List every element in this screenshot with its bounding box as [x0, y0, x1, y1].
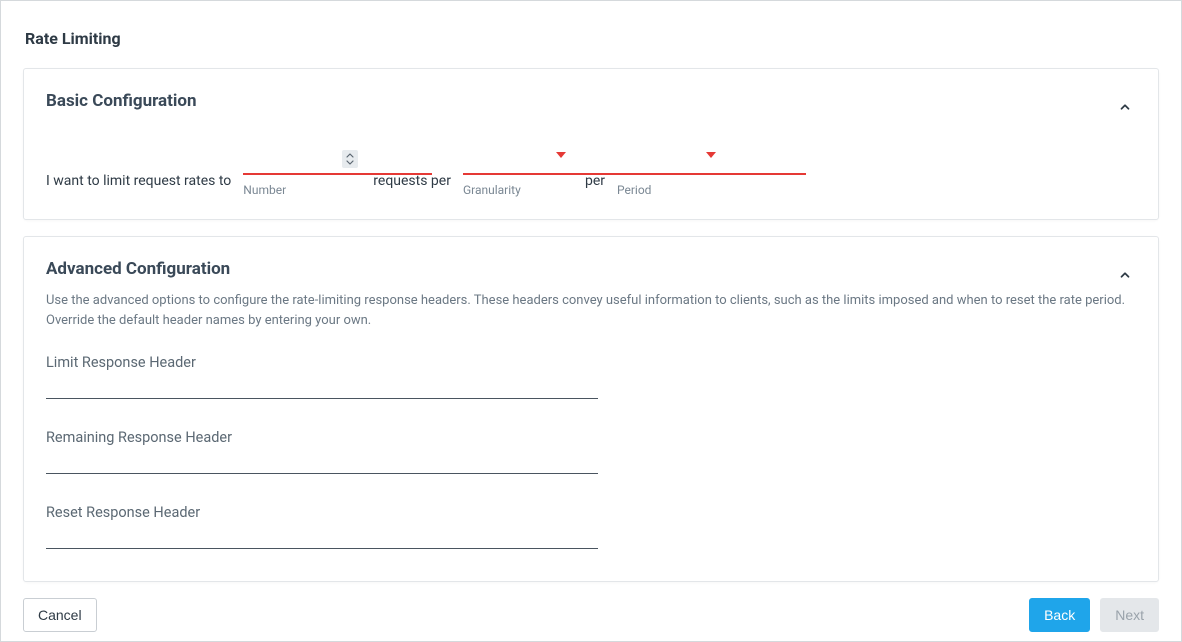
number-stepper[interactable]	[342, 150, 358, 168]
next-button[interactable]: Next	[1100, 598, 1159, 632]
advanced-description: Use the advanced options to configure th…	[46, 291, 1136, 330]
limit-header-label: Limit Response Header	[46, 354, 598, 371]
advanced-config-card: Advanced Configuration Use the advanced …	[23, 236, 1159, 582]
basic-config-title: Basic Configuration	[46, 91, 197, 111]
cancel-button[interactable]: Cancel	[23, 598, 97, 632]
page-title: Rate Limiting	[25, 29, 1159, 48]
sentence-requests-per: requests per	[373, 173, 451, 197]
period-helper: Period	[617, 183, 723, 197]
stepper-up-down-icon	[345, 152, 355, 166]
period-dropdown-trigger[interactable]	[705, 149, 717, 161]
granularity-dropdown-trigger[interactable]	[555, 149, 567, 161]
limit-header-input[interactable]	[46, 377, 598, 399]
rate-number-input[interactable]	[243, 147, 432, 175]
advanced-config-title: Advanced Configuration	[46, 259, 230, 279]
caret-down-icon	[705, 149, 717, 161]
reset-header-label: Reset Response Header	[46, 504, 598, 521]
sentence-per: per	[585, 173, 605, 197]
number-helper: Number	[243, 183, 361, 197]
granularity-helper: Granularity	[463, 183, 573, 197]
collapse-advanced-button[interactable]	[1114, 264, 1136, 286]
chevron-up-icon	[1118, 268, 1132, 282]
chevron-up-icon	[1118, 100, 1132, 114]
reset-header-input[interactable]	[46, 527, 598, 549]
collapse-basic-button[interactable]	[1114, 96, 1136, 118]
remaining-header-label: Remaining Response Header	[46, 429, 598, 446]
caret-down-icon	[555, 149, 567, 161]
footer: Cancel Back Next	[23, 598, 1159, 632]
remaining-header-input[interactable]	[46, 452, 598, 474]
basic-config-card: Basic Configuration I want to limit requ…	[23, 68, 1159, 220]
sentence-lead: I want to limit request rates to	[46, 173, 231, 197]
back-button[interactable]: Back	[1029, 598, 1090, 632]
